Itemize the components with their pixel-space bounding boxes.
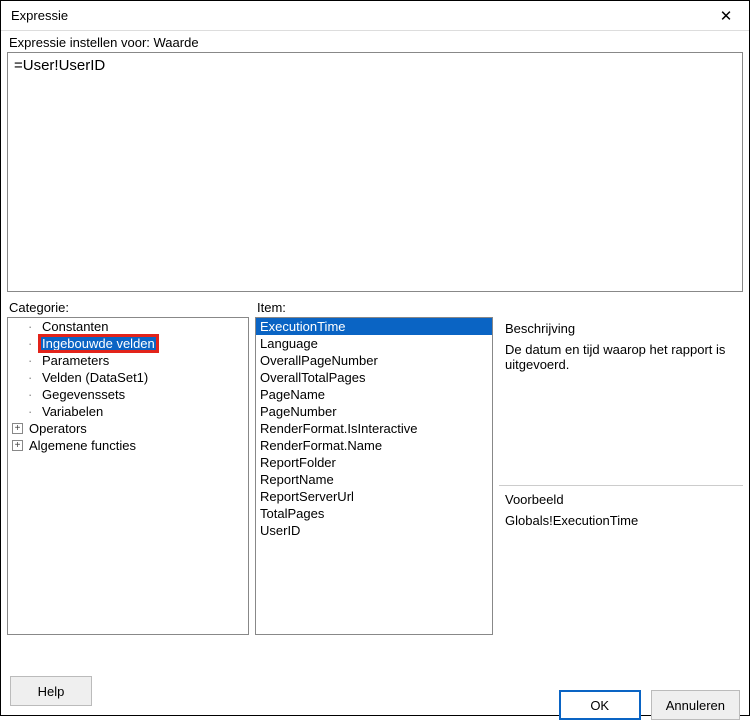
list-item[interactable]: TotalPages bbox=[256, 505, 492, 522]
tree-branch-icon: · bbox=[28, 370, 38, 385]
category-item[interactable]: ·Velden (DataSet1) bbox=[8, 369, 248, 386]
description-empty-label bbox=[499, 298, 743, 317]
expression-input[interactable] bbox=[8, 53, 742, 291]
footer: Help OK Annuleren bbox=[0, 666, 750, 716]
list-item[interactable]: PageName bbox=[256, 386, 492, 403]
category-item-label: Variabelen bbox=[40, 404, 105, 419]
list-item[interactable]: ReportName bbox=[256, 471, 492, 488]
category-item[interactable]: ·Variabelen bbox=[8, 403, 248, 420]
list-item[interactable]: ExecutionTime bbox=[256, 318, 492, 335]
tree-branch-icon: · bbox=[28, 387, 38, 402]
description-box: Beschrijving De datum en tijd waarop het… bbox=[499, 317, 743, 635]
titlebar: Expressie ✕ bbox=[1, 1, 749, 31]
list-item[interactable]: OverallPageNumber bbox=[256, 352, 492, 369]
category-item[interactable]: ·Constanten bbox=[8, 318, 248, 335]
close-button[interactable]: ✕ bbox=[703, 1, 749, 31]
description-text: De datum en tijd waarop het rapport is u… bbox=[505, 342, 737, 372]
description-panel: Beschrijving De datum en tijd waarop het… bbox=[499, 298, 743, 635]
category-list[interactable]: ·Constanten·Ingebouwde velden·Parameters… bbox=[7, 317, 249, 635]
category-item-label: Velden (DataSet1) bbox=[40, 370, 150, 385]
item-panel: Item: ExecutionTimeLanguageOverallPageNu… bbox=[255, 298, 493, 635]
category-item-label: Operators bbox=[27, 421, 89, 436]
category-label: Categorie: bbox=[7, 298, 249, 317]
category-item-label: Algemene functies bbox=[27, 438, 138, 453]
tree-branch-icon: · bbox=[28, 353, 38, 368]
help-button[interactable]: Help bbox=[10, 676, 92, 706]
category-item-label: Constanten bbox=[40, 319, 111, 334]
list-item[interactable]: ReportServerUrl bbox=[256, 488, 492, 505]
tree-branch-icon: · bbox=[28, 319, 38, 334]
list-item[interactable]: UserID bbox=[256, 522, 492, 539]
window-title: Expressie bbox=[11, 8, 68, 23]
description-top: Beschrijving De datum en tijd waarop het… bbox=[499, 317, 743, 485]
item-label: Item: bbox=[255, 298, 493, 317]
category-item-label: Parameters bbox=[40, 353, 111, 368]
panels: Categorie: ·Constanten·Ingebouwde velden… bbox=[1, 298, 749, 635]
category-item[interactable]: + Operators bbox=[8, 420, 248, 437]
category-item[interactable]: ·Gegevenssets bbox=[8, 386, 248, 403]
category-item[interactable]: ·Parameters bbox=[8, 352, 248, 369]
expand-icon[interactable]: + bbox=[12, 440, 23, 451]
subheader-label: Expressie instellen voor: Waarde bbox=[1, 31, 749, 52]
tree-branch-icon: · bbox=[28, 336, 38, 351]
expand-icon[interactable]: + bbox=[12, 423, 23, 434]
category-item-label: Gegevenssets bbox=[40, 387, 127, 402]
example-text: Globals!ExecutionTime bbox=[505, 513, 737, 528]
list-item[interactable]: ReportFolder bbox=[256, 454, 492, 471]
close-icon: ✕ bbox=[720, 7, 733, 25]
list-item[interactable]: OverallTotalPages bbox=[256, 369, 492, 386]
category-item[interactable]: ·Ingebouwde velden bbox=[8, 335, 248, 352]
list-item[interactable]: RenderFormat.Name bbox=[256, 437, 492, 454]
list-item[interactable]: Language bbox=[256, 335, 492, 352]
category-panel: Categorie: ·Constanten·Ingebouwde velden… bbox=[7, 298, 249, 635]
description-title: Beschrijving bbox=[505, 321, 737, 336]
category-item[interactable]: + Algemene functies bbox=[8, 437, 248, 454]
category-item-label: Ingebouwde velden bbox=[40, 336, 157, 351]
expression-area bbox=[7, 52, 743, 292]
tree-branch-icon: · bbox=[28, 404, 38, 419]
item-list[interactable]: ExecutionTimeLanguageOverallPageNumberOv… bbox=[255, 317, 493, 635]
list-item[interactable]: RenderFormat.IsInteractive bbox=[256, 420, 492, 437]
example-area: Voorbeeld Globals!ExecutionTime bbox=[499, 485, 743, 635]
example-title: Voorbeeld bbox=[505, 492, 737, 507]
list-item[interactable]: PageNumber bbox=[256, 403, 492, 420]
